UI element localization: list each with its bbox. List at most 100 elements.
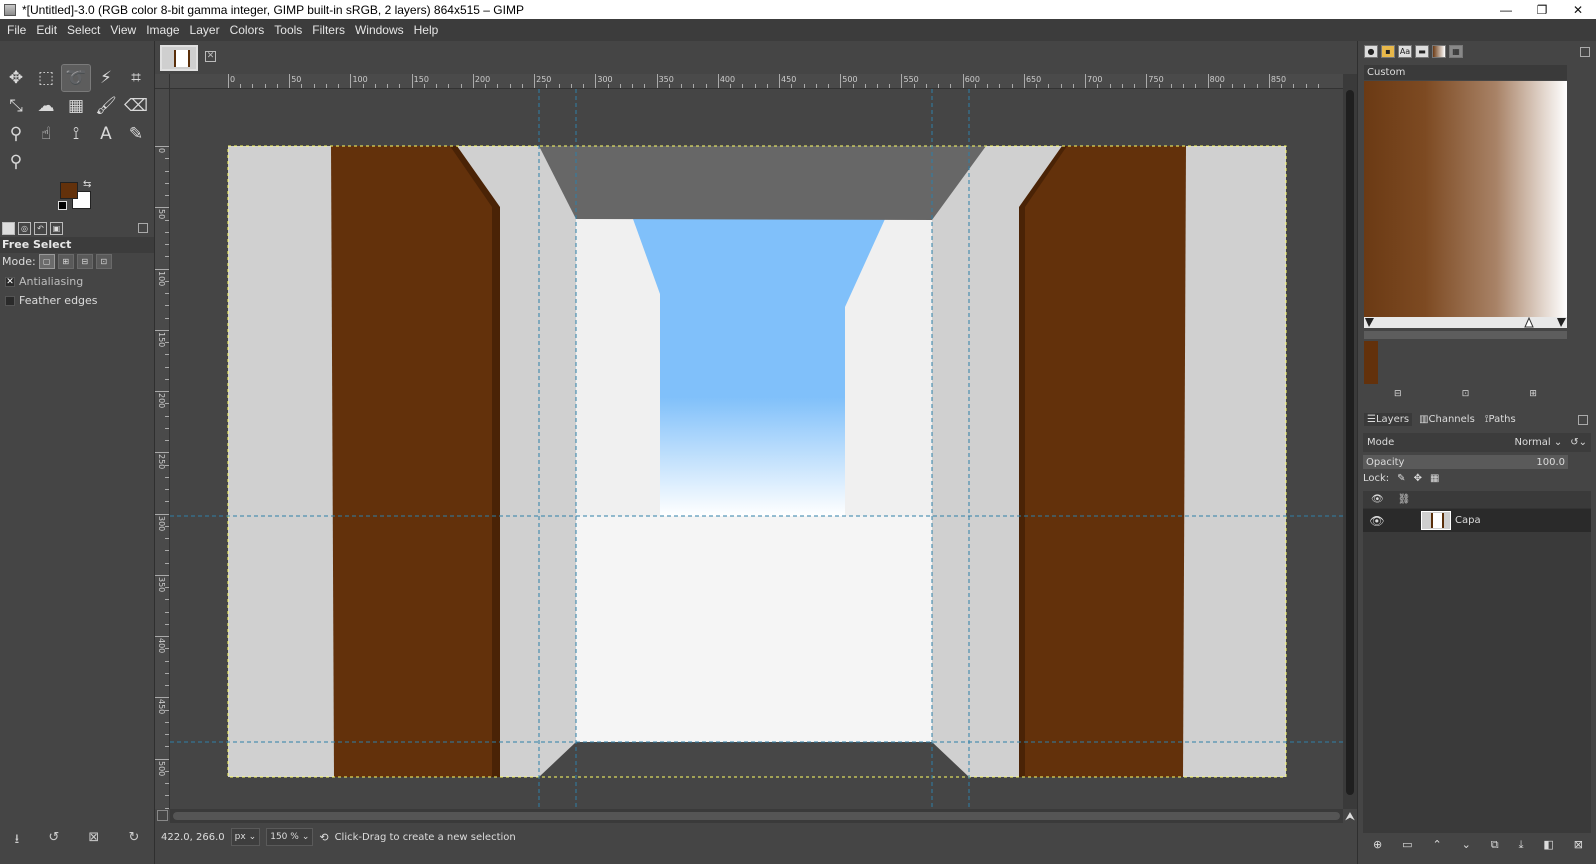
menu-windows[interactable]: Windows bbox=[350, 23, 409, 37]
lock-pixels-icon[interactable]: ✎ bbox=[1397, 473, 1405, 484]
gradient-tool-icon[interactable]: ▦ bbox=[62, 93, 90, 119]
move-tool-icon[interactable]: ✥ bbox=[2, 65, 30, 91]
vertical-ruler[interactable]: 0 50 100 150 200 250 300 350 400 450 500 bbox=[155, 89, 170, 809]
gradients-tab-icon[interactable] bbox=[1432, 45, 1446, 58]
lock-alpha-icon[interactable]: ▦ bbox=[1430, 473, 1439, 484]
transform-tool-icon[interactable]: ⤡ bbox=[2, 93, 30, 119]
opacity-slider[interactable]: Opacity 100.0 bbox=[1363, 455, 1568, 469]
document-history-tab-icon[interactable]: ▦ bbox=[1449, 45, 1463, 58]
layer-mode-select[interactable]: Normal ⌄ bbox=[1514, 437, 1562, 448]
dock-panel-menu-icon[interactable] bbox=[1580, 47, 1590, 57]
maximize-button[interactable]: ❐ bbox=[1524, 0, 1560, 19]
lower-layer-icon[interactable]: ⌄ bbox=[1462, 838, 1471, 852]
vertical-scroll-thumb[interactable] bbox=[1346, 90, 1354, 795]
mode-add-button[interactable]: ⊞ bbox=[57, 254, 74, 269]
images-tab-icon[interactable]: ▣ bbox=[50, 221, 63, 235]
color-picker-tool-icon[interactable]: ✎ bbox=[122, 121, 150, 147]
save-options-icon[interactable]: ⭳ bbox=[15, 830, 20, 852]
merge-layer-icon[interactable]: ⤓ bbox=[1519, 838, 1524, 852]
text-tool-icon[interactable]: A bbox=[92, 121, 120, 147]
restore-options-icon[interactable]: ↺ bbox=[48, 830, 59, 852]
tab-paths[interactable]: ⟟Paths bbox=[1482, 413, 1519, 426]
zoom-out-icon[interactable]: ⊟ bbox=[1394, 389, 1402, 399]
layer-name[interactable]: Capa bbox=[1455, 515, 1481, 526]
gradient-color-chip[interactable] bbox=[1364, 341, 1378, 384]
clone-tool-icon[interactable]: ⚲ bbox=[2, 121, 30, 147]
fonts-tab-icon[interactable]: Aa bbox=[1398, 45, 1412, 58]
feather-edges-checkbox[interactable] bbox=[5, 295, 15, 306]
reset-mode-icon[interactable]: ↺⌄ bbox=[1570, 437, 1587, 448]
menu-filters[interactable]: Filters bbox=[307, 23, 350, 37]
close-window-button[interactable]: ✕ bbox=[1560, 0, 1596, 19]
horizontal-scrollbar[interactable] bbox=[170, 809, 1343, 823]
patterns-tab-icon[interactable]: ▪ bbox=[1381, 45, 1395, 58]
mode-intersect-button[interactable]: ⊡ bbox=[95, 254, 112, 269]
minimize-button[interactable]: — bbox=[1488, 0, 1524, 19]
gradient-preview[interactable] bbox=[1364, 81, 1567, 317]
image-canvas[interactable] bbox=[170, 89, 1343, 809]
horizontal-ruler[interactable]: 0 50 100 150 200 250 300 350 400 450 500 550 600 650 7… bbox=[170, 74, 1343, 89]
navigate-icon[interactable]: ⮝ bbox=[1343, 809, 1357, 823]
zoom-in-icon[interactable]: ⊡ bbox=[1462, 389, 1470, 399]
horizontal-scroll-thumb[interactable] bbox=[173, 812, 1340, 820]
vertical-scrollbar[interactable] bbox=[1343, 74, 1357, 809]
menu-tools[interactable]: Tools bbox=[269, 23, 307, 37]
raise-layer-icon[interactable]: ⌃ bbox=[1432, 838, 1441, 852]
mode-replace-button[interactable]: ▢ bbox=[38, 254, 55, 269]
menu-layer[interactable]: Layer bbox=[185, 23, 225, 37]
crop-tool-icon[interactable]: ⌗ bbox=[122, 65, 150, 91]
swap-colors-icon[interactable]: ⇆ bbox=[83, 179, 91, 190]
eye-icon[interactable]: 👁 bbox=[1363, 514, 1391, 528]
device-status-tab-icon[interactable]: ◎ bbox=[18, 221, 31, 235]
paintbrush-tool-icon[interactable]: 🖌 bbox=[92, 93, 120, 119]
gradient-zoom-slider[interactable] bbox=[1364, 331, 1567, 339]
delete-options-icon[interactable]: ⊠ bbox=[88, 830, 99, 852]
menu-view[interactable]: View bbox=[105, 23, 141, 37]
warp-tool-icon[interactable]: ☁ bbox=[32, 93, 60, 119]
undo-history-tab-icon[interactable]: ↶ bbox=[34, 221, 47, 235]
paths-tool-icon[interactable]: ⟟ bbox=[62, 121, 90, 147]
tool-options-tab-icon[interactable]: ▭ bbox=[2, 221, 15, 235]
tab-layers[interactable]: ☰Layers bbox=[1364, 413, 1413, 426]
tab-channels[interactable]: ▥Channels bbox=[1416, 413, 1478, 426]
image-tab-close-icon[interactable]: ✕ bbox=[205, 51, 216, 62]
layer-row[interactable]: 👁 Capa bbox=[1363, 509, 1591, 532]
zoom-tool-icon[interactable]: ⚲ bbox=[2, 149, 30, 175]
menu-edit[interactable]: Edit bbox=[31, 23, 62, 37]
delete-layer-icon[interactable]: ⊠ bbox=[1574, 838, 1583, 852]
canvas-area[interactable] bbox=[170, 89, 1343, 809]
gradient-stop-right[interactable] bbox=[1557, 318, 1566, 327]
zoom-all-icon[interactable]: ⊞ bbox=[1529, 389, 1537, 399]
new-layer-icon[interactable]: ⊕ bbox=[1373, 838, 1382, 852]
mask-layer-icon[interactable]: ◧ bbox=[1543, 838, 1553, 852]
brushes-tab-icon[interactable]: ● bbox=[1364, 45, 1378, 58]
default-colors-icon[interactable] bbox=[58, 201, 67, 210]
gradient-stop-mid[interactable] bbox=[1524, 316, 1534, 328]
menu-image[interactable]: Image bbox=[141, 23, 184, 37]
duplicate-layer-icon[interactable]: ⧉ bbox=[1491, 838, 1499, 852]
new-group-icon[interactable]: ▭ bbox=[1402, 838, 1412, 852]
palettes-tab-icon[interactable]: ▬ bbox=[1415, 45, 1429, 58]
reset-options-icon[interactable]: ↻ bbox=[128, 830, 139, 852]
eraser-tool-icon[interactable]: ⌫ bbox=[122, 93, 150, 119]
menu-file[interactable]: File bbox=[2, 23, 31, 37]
menu-colors[interactable]: Colors bbox=[225, 23, 270, 37]
menu-help[interactable]: Help bbox=[409, 23, 444, 37]
antialiasing-checkbox[interactable]: ✕ bbox=[5, 276, 15, 287]
unit-select[interactable]: px ⌄ bbox=[230, 828, 261, 846]
foreground-color-swatch[interactable] bbox=[60, 182, 78, 199]
fuzzy-select-tool-icon[interactable]: ⚡ bbox=[92, 65, 120, 91]
layers-panel-menu-icon[interactable] bbox=[1578, 414, 1588, 425]
zoom-select[interactable]: 150 % ⌄ bbox=[266, 828, 314, 846]
image-tab-thumbnail[interactable] bbox=[160, 45, 198, 71]
ruler-corner[interactable] bbox=[155, 74, 170, 89]
rect-select-tool-icon[interactable]: ⬚ bbox=[32, 65, 60, 91]
gradient-stop-left[interactable] bbox=[1365, 318, 1374, 327]
mode-subtract-button[interactable]: ⊟ bbox=[76, 254, 93, 269]
smudge-tool-icon[interactable]: ☝ bbox=[32, 121, 60, 147]
lock-position-icon[interactable]: ✥ bbox=[1414, 473, 1422, 484]
menu-select[interactable]: Select bbox=[62, 23, 105, 37]
quick-mask-toggle[interactable] bbox=[157, 810, 168, 821]
free-select-tool-icon[interactable]: ➰ bbox=[61, 64, 91, 92]
gradient-stops-bar[interactable] bbox=[1364, 316, 1567, 328]
